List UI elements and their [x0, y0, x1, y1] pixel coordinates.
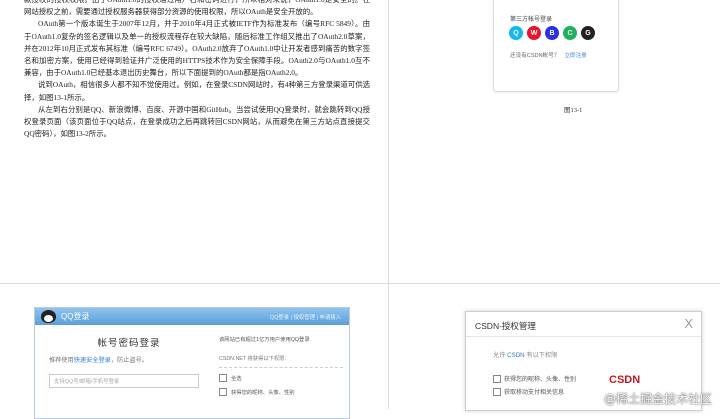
checkbox[interactable]	[219, 388, 227, 396]
hint-prefix: 推荐使用	[49, 357, 74, 364]
qq-login-window: QQ登录 QQ登录 | 授权管理 | 申请接入 帐号密码登录 推荐使用快速安全登…	[34, 307, 350, 419]
qq-top-links[interactable]: QQ登录 | 授权管理 | 申请接入	[270, 313, 341, 321]
figure-caption: 图13-1	[564, 107, 583, 114]
csdn-logo: CSDN	[609, 374, 641, 386]
checkbox[interactable]	[219, 374, 227, 382]
permission-row[interactable]: 获取移动支付相关信息	[493, 387, 564, 396]
page-bottom-left: QQ登录 QQ登录 | 授权管理 | 申请接入 帐号密码登录 推荐使用快速安全登…	[0, 283, 389, 419]
qq-permission-panel: 该网站已有超过1亿万用户使用QQ登录 CSDN.NET 将获得以下权限： 全选 …	[219, 335, 343, 396]
permission-row[interactable]: 获得您的昵称、头像、性别	[493, 374, 576, 383]
close-icon[interactable]: X	[684, 316, 693, 331]
paragraph: OAuth第一个版本诞生于2007年12月，并于2010年4月正式被IETF作为…	[24, 19, 370, 78]
qq-header: QQ登录 QQ登录 | 授权管理 | 申请接入	[35, 308, 349, 325]
document-text: 款授权的授权权限。由于OAuth1.0的授权通过用户名和密码进行，所以相对来说，…	[24, 0, 370, 140]
qq-icon[interactable]: Q	[509, 26, 523, 40]
allow-suffix: 有以下权限	[526, 352, 558, 359]
profile-permission-row[interactable]: 获得您的昵称、头像、性别	[219, 388, 343, 396]
site-permission-text: CSDN.NET 将获得以下权限：	[219, 356, 290, 362]
no-account-line: 还没有CSDN帐号？ 立即注册	[510, 51, 587, 59]
users-text: 该网站已有超过1亿万用户使用QQ登录	[219, 337, 310, 343]
baidu-icon[interactable]: B	[545, 26, 559, 40]
allow-site: CSDN	[507, 352, 525, 359]
register-link[interactable]: 立即注册	[564, 53, 586, 59]
divider	[219, 367, 343, 368]
github-icon[interactable]: G	[581, 26, 595, 40]
select-all-label: 全选	[231, 376, 242, 382]
page-bottom-right: CSDN-授权管理 X 允许 CSDN 有以下权限 获得您的昵称、头像、性别 获…	[389, 283, 720, 411]
divider	[466, 336, 701, 337]
page-top-left: 款授权的授权权限。由于OAuth1.0的授权通过用户名和密码进行，所以相对来说，…	[0, 0, 389, 283]
checkbox[interactable]	[493, 374, 501, 383]
account-input[interactable]: 支持QQ号/邮箱/手机号登录	[49, 374, 199, 388]
qq-penguin-icon	[41, 310, 56, 323]
paragraph: 款授权的授权权限。由于OAuth1.0的授权通过用户名和密码进行，所以相对来说，…	[24, 0, 370, 17]
checkbox[interactable]	[493, 387, 501, 396]
csdn-login-card: 第三方帐号登录 Q W B C G 还没有CSDN帐号？ 立即注册	[493, 0, 619, 92]
no-account-text: 还没有CSDN帐号？	[510, 53, 560, 59]
page-divider-vertical	[388, 0, 389, 409]
profile-permission-label: 获得您的昵称、头像、性别	[231, 390, 295, 396]
qq-title: QQ登录	[61, 312, 90, 321]
page-top-right: 第三方帐号登录 Q W B C G 还没有CSDN帐号？ 立即注册 图13-1	[389, 0, 720, 283]
select-all-row[interactable]: 全选	[219, 374, 343, 382]
weibo-icon[interactable]: W	[527, 26, 541, 40]
watermark: @稀土掘金技术社区	[603, 392, 712, 406]
oschina-icon[interactable]: C	[563, 26, 577, 40]
page-divider-horizontal	[0, 283, 720, 284]
third-party-icons: Q W B C G	[509, 26, 595, 40]
quick-login-link[interactable]: 快速安全登录	[74, 357, 111, 364]
paragraph: 说到OAuth，相信很多人都不知不觉使用过。例如，在登录CSDN网站时，有4种第…	[24, 80, 370, 102]
login-hint: 推荐使用快速安全登录，防止盗号。	[49, 355, 209, 364]
qq-login-form: 帐号密码登录 推荐使用快速安全登录，防止盗号。 支持QQ号/邮箱/手机号登录	[49, 335, 209, 388]
hint-suffix: ，防止盗号。	[110, 357, 148, 364]
allow-prefix: 允许	[493, 352, 506, 359]
third-party-login-label: 第三方帐号登录	[510, 17, 553, 23]
paragraph: 从左到右分别是QQ、新浪微博、百度、开源中国和GitHub。当尝试使用QQ登录时…	[24, 104, 370, 139]
permission-label: 获得您的昵称、头像、性别	[504, 377, 577, 383]
allow-text: 允许 CSDN 有以下权限	[493, 350, 557, 359]
dialog-title: CSDN-授权管理	[475, 321, 536, 331]
form-title: 帐号密码登录	[97, 338, 161, 349]
permission-label: 获取移动支付相关信息	[504, 390, 565, 396]
